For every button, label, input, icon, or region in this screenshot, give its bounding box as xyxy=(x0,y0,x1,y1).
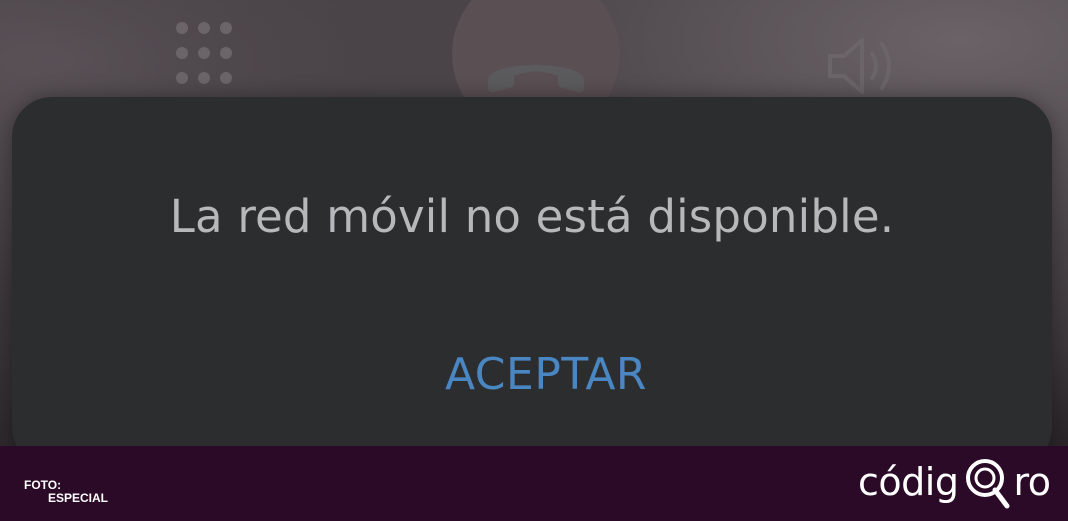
magnifier-q-icon xyxy=(966,459,1010,509)
photo-credit-value: ESPECIAL xyxy=(48,491,109,505)
keypad-icon[interactable] xyxy=(176,22,236,88)
network-error-dialog: La red móvil no está disponible. ACEPTAR xyxy=(12,97,1052,467)
brand-text-end: ro xyxy=(1013,460,1051,504)
end-call-icon xyxy=(488,65,584,93)
accept-button[interactable]: ACEPTAR xyxy=(415,340,677,408)
dialog-message: La red móvil no está disponible. xyxy=(169,190,895,243)
speaker-icon[interactable] xyxy=(826,34,902,98)
codigo-qro-logo: códig ro xyxy=(858,456,1051,509)
brand-text-start: códig xyxy=(858,460,959,504)
photo-credit-label: FOTO: xyxy=(24,478,62,492)
